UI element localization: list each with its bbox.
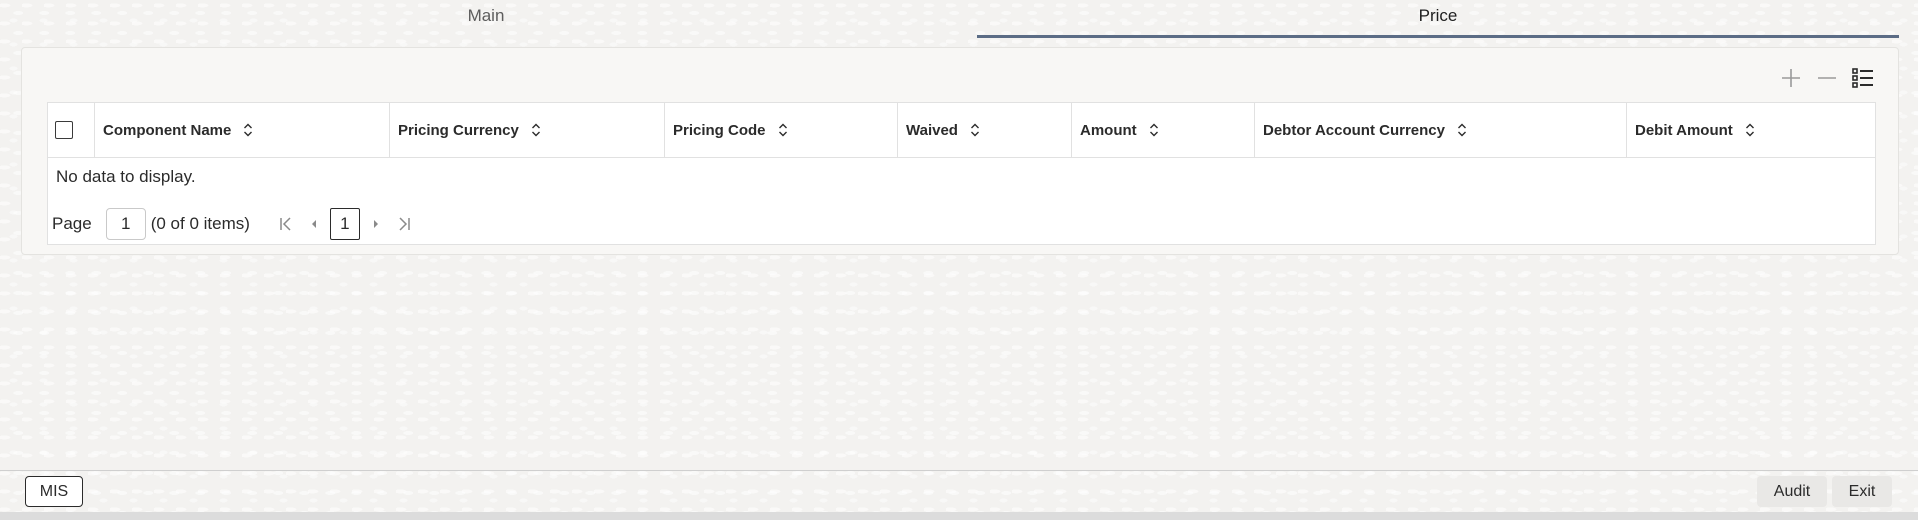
column-header-pricing-code[interactable]: Pricing Code [665,103,898,157]
mis-button[interactable]: MIS [25,476,83,507]
sort-icon[interactable] [970,122,980,138]
column-label: Pricing Code [673,121,766,139]
column-label: Waived [906,121,958,139]
price-table: Component Name Pricing Currency Pricing … [47,102,1876,245]
tab-price[interactable]: Price [977,0,1899,38]
table-header: Component Name Pricing Currency Pricing … [48,103,1875,158]
select-all-checkbox[interactable] [55,121,73,139]
pagination: Page (0 of 0 items) 1 [52,207,418,241]
column-label: Debit Amount [1635,121,1733,139]
sort-icon[interactable] [1457,122,1467,138]
next-page-icon[interactable] [362,208,390,240]
tab-main[interactable]: Main [0,0,972,38]
page-label: Page [52,214,92,233]
column-header-waived[interactable]: Waived [898,103,1072,157]
column-header-pricing-currency[interactable]: Pricing Currency [390,103,665,157]
column-header-debtor-account-currency[interactable]: Debtor Account Currency [1255,103,1627,157]
sort-icon[interactable] [1149,122,1159,138]
column-header-debit-amount[interactable]: Debit Amount [1627,103,1875,157]
sort-icon[interactable] [243,122,253,138]
tab-bar: Main Price [0,0,1918,38]
footer-bottom-strip [0,512,1918,520]
page-number-input[interactable] [105,208,146,240]
exit-button[interactable]: Exit [1832,476,1892,507]
select-all-cell [48,103,95,157]
list-view-icon[interactable] [1850,64,1876,92]
previous-page-icon[interactable] [300,208,328,240]
footer-bar: MIS Audit Exit [0,470,1918,513]
plus-icon[interactable] [1778,64,1804,92]
sort-icon[interactable] [1745,122,1755,138]
column-label: Component Name [103,121,232,139]
empty-table-message: No data to display. [56,167,196,186]
column-label: Debtor Account Currency [1263,121,1445,139]
last-page-icon[interactable] [390,208,418,240]
current-page-button[interactable]: 1 [329,208,360,240]
column-label: Pricing Currency [398,121,519,139]
column-header-amount[interactable]: Amount [1072,103,1255,157]
column-header-component-name[interactable]: Component Name [95,103,390,157]
column-label: Amount [1080,121,1137,139]
sort-icon[interactable] [531,122,541,138]
table-toolbar [1778,64,1876,92]
price-panel: Component Name Pricing Currency Pricing … [21,47,1899,255]
sort-icon[interactable] [778,122,788,138]
first-page-icon[interactable] [272,208,300,240]
audit-button[interactable]: Audit [1757,476,1827,507]
minus-icon[interactable] [1814,64,1840,92]
items-count: (0 of 0 items) [150,214,250,233]
